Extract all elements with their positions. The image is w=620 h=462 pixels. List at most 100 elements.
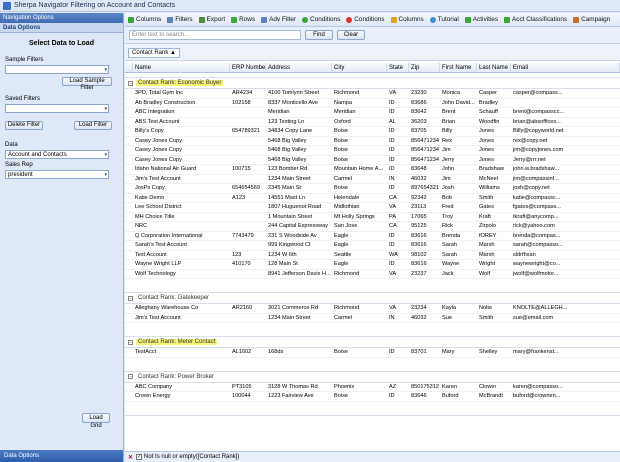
table-row[interactable]: ABS Test Account 123 Testing Ln Oxford AL 36… [125,118,620,127]
cell-zip[interactable]: 36203 [409,118,440,127]
cell-last-name[interactable]: Bradley [477,99,511,108]
column-header-zip[interactable]: Zip [409,63,440,72]
cell-state[interactable]: WA [387,251,409,260]
cell-city[interactable]: Meridian [332,108,387,117]
cell-zip[interactable]: 83648 [409,165,440,174]
cell-zip[interactable]: 83616 [409,232,440,241]
filter-checkbox[interactable]: ✓ [136,454,143,460]
table-row[interactable]: 3PD, Total Gym Inc AR4234 4100 Tomlynn Str… [125,89,620,99]
cell-first-name[interactable]: Wayne [440,260,477,269]
cell-city[interactable]: Boise [332,156,387,165]
cell-city[interactable]: Carmel [332,314,387,323]
navigation-options-header[interactable]: Navigation Options [0,13,123,23]
add-conditions-button[interactable]: Conditions [302,16,340,23]
table-row[interactable]: Sarah's Test Account 999 Kingwood Ct Eagle… [125,241,620,251]
acct-classifications-button[interactable]: Acct Classifications [504,16,567,23]
cell-email[interactable]: mary@frankenst... [511,348,620,357]
cell-first-name[interactable]: Troy [440,213,477,222]
cell-erp-number[interactable] [230,203,266,212]
cell-first-name[interactable]: Bob [440,194,477,203]
cell-zip[interactable]: 83642 [409,108,440,117]
cell-zip[interactable]: 92342 [409,194,440,203]
cell-zip[interactable]: 83686 [409,99,440,108]
cell-name[interactable]: NRC [133,222,230,231]
cell-address[interactable]: 123 Bomber Rd [266,165,332,174]
cell-first-name[interactable]: Karen [440,383,477,392]
cell-city[interactable]: Seattle [332,251,387,260]
table-row[interactable]: Test Account 123 1234 W 6th Seattle WA 98102 S… [125,251,620,260]
cell-name[interactable]: Alleghany Warehouse Co [133,304,230,313]
cell-city[interactable]: San Jose [332,222,387,231]
table-row[interactable]: Casey Jones Copy 5468 Big Valley Boise ID 85… [125,137,620,146]
cell-name[interactable]: JosPs Copy [133,184,230,193]
column-header-city[interactable]: City [332,63,387,72]
cell-address[interactable]: 3021 Commerce Rd [266,304,332,313]
cell-city[interactable]: Eagle [332,241,387,250]
cell-email[interactable]: Jerry@rrr.net [511,156,620,165]
data-select[interactable]: Account and Contacts ▾ [5,150,109,159]
cell-first-name[interactable]: Jim [440,175,477,184]
cell-erp-number[interactable] [230,241,266,250]
cell-email[interactable]: karen@compasso... [511,383,620,392]
cell-zip[interactable]: 856471234 [409,146,440,155]
column-header-email[interactable]: Email [511,63,620,72]
export-button[interactable]: Export [198,16,225,23]
cell-state[interactable]: VA [387,270,409,279]
cell-first-name[interactable]: Sue [440,314,477,323]
sample-filters-select[interactable]: ▾ [5,65,109,74]
table-row[interactable]: Q Corporation International 7743479 231 S … [125,232,620,241]
cell-erp-number[interactable]: AL1602 [230,348,266,357]
table-row[interactable]: TestAcct AL1602 168ds Boise ID 83701 Mary Shell… [125,348,620,358]
column-header-address[interactable]: Address [266,63,332,72]
cell-last-name[interactable]: Jones [477,127,511,136]
cell-email[interactable]: sarah@compasso... [511,241,620,250]
cell-zip[interactable]: 17065 [409,213,440,222]
column-header-erp-number[interactable]: ERP Number [230,63,266,72]
cell-address[interactable]: 3128 W Thomas Rd [266,383,332,392]
cell-email[interactable]: jim@compassinf... [511,175,620,184]
cell-last-name[interactable]: Woodfin [477,118,511,127]
cell-address[interactable]: 34834 Copy Lane [266,127,332,136]
cell-first-name[interactable]: Brenda [440,232,477,241]
table-row[interactable]: ABC Integration Meridian Meridian ID 83642 Br… [125,108,620,118]
cell-erp-number[interactable]: 654654569 [230,184,266,193]
activities-button[interactable]: Activities [464,16,498,23]
cell-first-name[interactable]: Rick [440,222,477,231]
cell-name[interactable]: Jim's Test Account [133,314,230,323]
table-row[interactable]: Jim's Test Account 1234 Main Street Carmel… [125,175,620,184]
saved-filters-select[interactable]: ▾ [5,104,109,113]
cell-first-name[interactable]: Rex [440,137,477,146]
cell-state[interactable]: ID [387,348,409,357]
cell-first-name[interactable]: Josh [440,184,477,193]
cell-address[interactable]: 1807 Huguenot Road [266,203,332,212]
cell-zip[interactable]: 83616 [409,260,440,269]
cell-email[interactable]: sldrfhsan [511,251,620,260]
cell-last-name[interactable]: Jones [477,137,511,146]
filters-button[interactable]: Filters [167,16,193,23]
cell-city[interactable]: Mountain Home A... [332,165,387,174]
table-row[interactable]: JosPs Copy 654654569 2345 Main St Boise ID 89… [125,184,620,194]
table-row[interactable]: Katie Demo A123 14551 Mast Ln Helendale CA 92… [125,194,620,203]
cell-state[interactable]: ID [387,108,409,117]
cell-city[interactable]: Richmond [332,89,387,98]
cell-last-name[interactable]: Jones [477,146,511,155]
cell-email[interactable]: katie@compassc... [511,194,620,203]
cell-address[interactable]: 4100 Tomlynn Street [266,89,332,98]
cell-state[interactable]: PA [387,213,409,222]
cell-last-name[interactable]: Smith [477,194,511,203]
cell-zip[interactable]: 83701 [409,348,440,357]
cell-erp-number[interactable]: 7743479 [230,232,266,241]
cell-city[interactable]: Boise [332,348,387,357]
cell-zip[interactable]: 95125 [409,222,440,231]
table-row[interactable]: NRC 244 Capital Expressway San Jose CA 95125… [125,222,620,232]
cell-first-name[interactable]: Buford [440,392,477,401]
cell-name[interactable]: Lee School District [133,203,230,212]
table-row[interactable]: Casey Jones Copy 5468 Big Valley Boise ID 85… [125,146,620,156]
group-by-chip[interactable]: Contact Rank ▲ [128,48,180,58]
cell-email[interactable]: john.w.bradshaw... [511,165,620,174]
cell-first-name[interactable]: Monica [440,89,477,98]
cell-state[interactable]: IN [387,175,409,184]
table-row[interactable]: Ab Bradley Construction 102158 8337 Montic… [125,99,620,108]
cell-address[interactable]: 5468 Big Valley [266,137,332,146]
cell-zip[interactable]: 897654321 [409,184,440,193]
